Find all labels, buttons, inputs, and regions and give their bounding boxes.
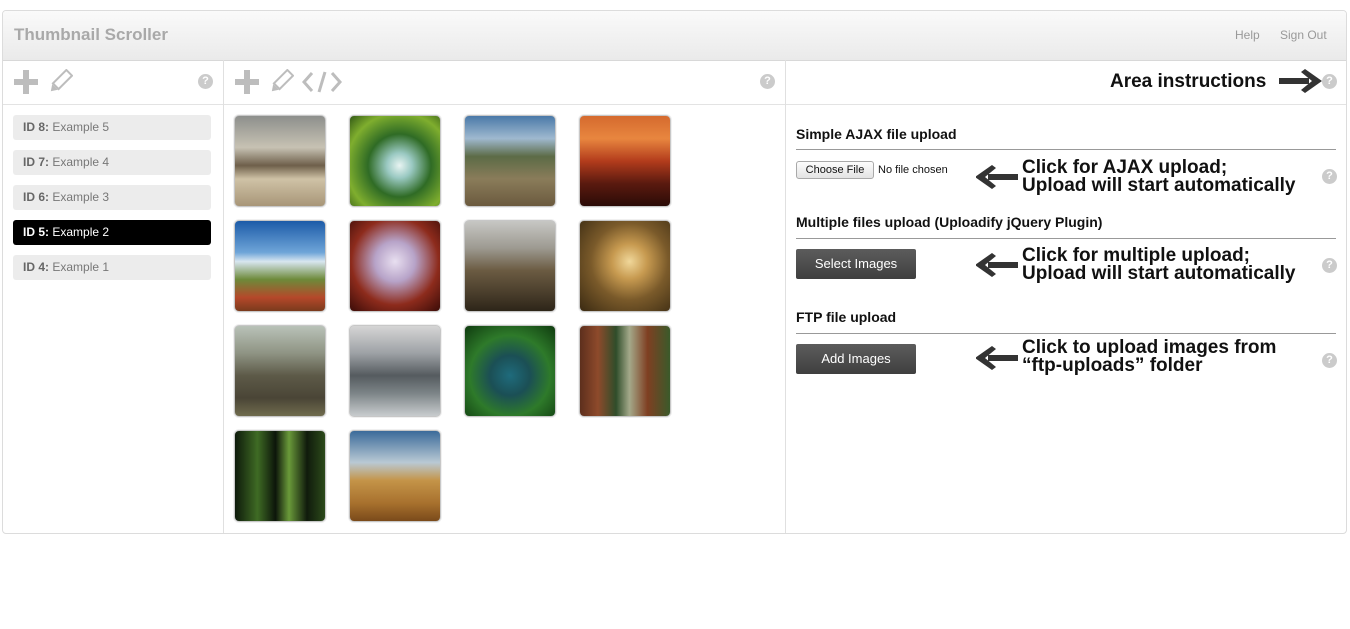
help-icon[interactable]: ? [1322, 353, 1337, 368]
thumbnail-mountain-ruins[interactable] [464, 115, 556, 207]
edit-pencil-icon[interactable] [268, 69, 294, 95]
thumbnail-misty-forest[interactable] [579, 220, 671, 312]
ftp-upload-title: FTP file upload [796, 309, 897, 325]
area-instructions-label: Area instructions [1110, 71, 1267, 92]
arrow-right-icon [1279, 69, 1322, 93]
app-title: Thumbnail Scroller [14, 25, 168, 44]
edit-pencil-icon[interactable] [47, 69, 73, 95]
images-panel: ? [224, 60, 786, 533]
multiple-upload-title: Multiple files upload (Uploadify jQuery … [796, 214, 1103, 230]
app-window: Thumbnail Scroller Help Sign Out ? ID 8:… [2, 10, 1347, 534]
thumbnail-red-tree[interactable] [349, 220, 441, 312]
thumbnail-castle-ruins[interactable] [234, 325, 326, 417]
ajax-note: Click for AJAX upload; Upload will start … [1022, 157, 1296, 196]
choose-file-button[interactable]: Choose File [796, 161, 874, 179]
header-bar: Thumbnail Scroller Help Sign Out [3, 11, 1346, 61]
list-item[interactable]: ID 5: Example 2 [13, 220, 211, 245]
thumbnail-castle-lake[interactable] [349, 325, 441, 417]
help-icon[interactable]: ? [1322, 169, 1337, 184]
album-list: ID 8: Example 5 ID 7: Example 4 ID 6: Ex… [13, 115, 211, 290]
upload-panel: Area instructions ? Simple AJAX file upl… [786, 60, 1346, 533]
list-item[interactable]: ID 7: Example 4 [13, 150, 211, 175]
arrow-left-icon [976, 165, 1018, 189]
add-icon[interactable] [234, 69, 260, 95]
thumbnail-blue-sky-mountains[interactable] [234, 220, 326, 312]
thumbnail-redwood-cabin[interactable] [579, 325, 671, 417]
help-icon[interactable]: ? [1322, 74, 1337, 89]
arrow-left-icon [976, 346, 1018, 370]
list-item[interactable]: ID 4: Example 1 [13, 255, 211, 280]
list-item[interactable]: ID 6: Example 3 [13, 185, 211, 210]
select-images-button[interactable]: Select Images [796, 249, 916, 279]
arrow-left-icon [976, 253, 1018, 277]
file-status: No file chosen [878, 164, 948, 176]
help-link[interactable]: Help [1235, 28, 1260, 42]
thumbnail-red-sunset-sea[interactable] [579, 115, 671, 207]
upload-toolbar: Area instructions ? [786, 60, 1346, 105]
ajax-upload-title: Simple AJAX file upload [796, 126, 957, 142]
add-icon[interactable] [13, 69, 39, 95]
help-icon[interactable]: ? [760, 74, 775, 89]
help-icon[interactable]: ? [1322, 258, 1337, 273]
add-images-button[interactable]: Add Images [796, 344, 916, 374]
divider [796, 333, 1336, 334]
thumbnail-mossy-waterfall[interactable] [349, 115, 441, 207]
thumbnail-wheat-field[interactable] [349, 430, 441, 522]
albums-toolbar: ? [3, 60, 223, 105]
images-toolbar: ? [224, 60, 785, 105]
divider [796, 238, 1336, 239]
thumbnail-palace-courtyard[interactable] [234, 115, 326, 207]
thumbnail-dark-forest[interactable] [234, 430, 326, 522]
multiple-note: Click for multiple upload; Upload will st… [1022, 245, 1296, 284]
help-icon[interactable]: ? [198, 74, 213, 89]
ftp-note: Click to upload images from “ftp-uploads”… [1022, 337, 1277, 376]
albums-panel: ? ID 8: Example 5 ID 7: Example 4 ID 6: … [3, 60, 224, 533]
code-icon[interactable] [302, 69, 342, 95]
divider [796, 149, 1336, 150]
sign-out-link[interactable]: Sign Out [1280, 28, 1327, 42]
thumbnail-green-lagoon[interactable] [464, 325, 556, 417]
list-item[interactable]: ID 8: Example 5 [13, 115, 211, 140]
thumbnail-canyon-valley[interactable] [464, 220, 556, 312]
